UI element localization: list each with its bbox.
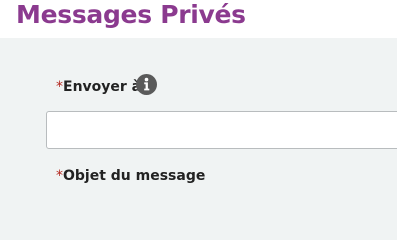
page-title: Messages Privés xyxy=(16,0,246,29)
info-icon-glyph xyxy=(144,77,150,91)
private-messages-page: Messages Privés *Envoyer à *Objet du mes… xyxy=(0,0,397,240)
subject-label: *Objet du message xyxy=(56,167,205,185)
recipient-input[interactable] xyxy=(46,111,397,149)
recipient-label: *Envoyer à xyxy=(56,78,141,96)
recipient-label-text: Envoyer à xyxy=(63,79,142,95)
subject-required-mark: * xyxy=(56,168,63,184)
info-icon[interactable] xyxy=(136,74,157,95)
recipient-required-mark: * xyxy=(56,79,63,95)
page-header: Messages Privés xyxy=(0,0,397,38)
subject-label-text: Objet du message xyxy=(63,168,206,184)
